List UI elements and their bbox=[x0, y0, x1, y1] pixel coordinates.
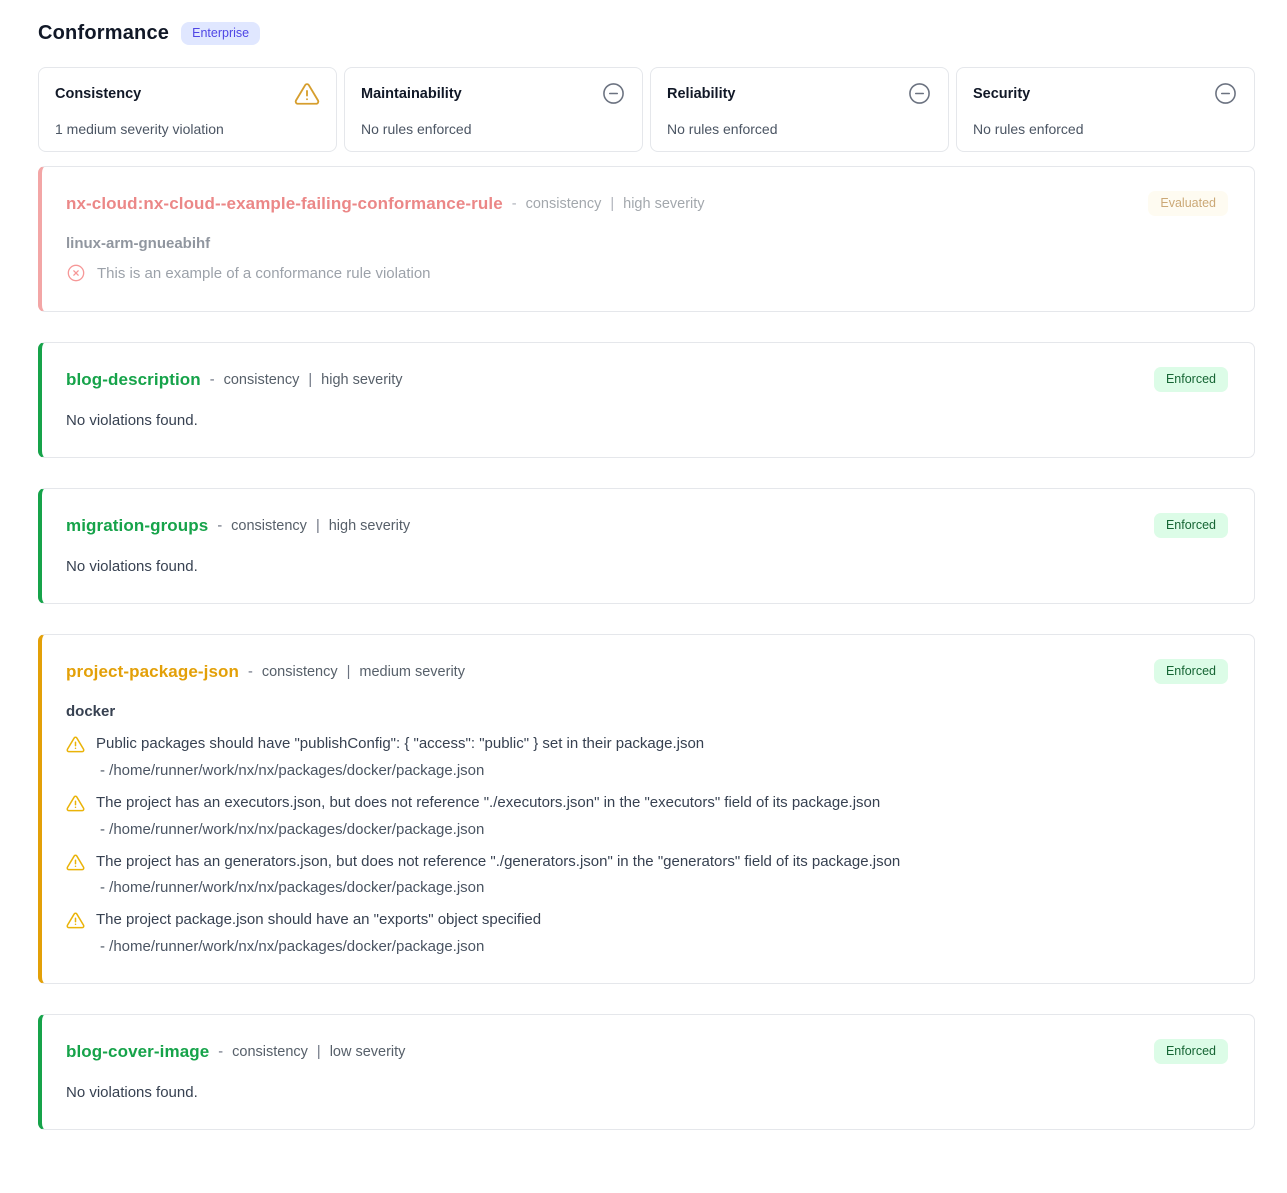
summary-card-status: No rules enforced bbox=[667, 121, 932, 137]
project-name: docker bbox=[66, 703, 1228, 720]
rule-severity: medium severity bbox=[359, 664, 465, 680]
dash-separator: - bbox=[210, 372, 215, 388]
summary-card-status: No rules enforced bbox=[973, 121, 1238, 137]
summary-card-grid: Consistency 1 medium severity violation … bbox=[38, 67, 1255, 152]
rule-severity: high severity bbox=[623, 196, 704, 212]
minus-circle-icon bbox=[601, 81, 626, 106]
rule-card-content: nx-cloud:nx-cloud--example-failing-confo… bbox=[42, 167, 1254, 311]
rule-card-content: migration-groups - consistency | high se… bbox=[42, 489, 1254, 603]
summary-card-label: Security bbox=[973, 81, 1030, 102]
dash-separator: - bbox=[217, 518, 222, 534]
rule-card-content: blog-cover-image - consistency | low sev… bbox=[42, 1015, 1254, 1129]
enterprise-badge: Enterprise bbox=[181, 22, 260, 45]
rule-name[interactable]: nx-cloud:nx-cloud--example-failing-confo… bbox=[66, 194, 503, 214]
conformance-page: Conformance Enterprise Consistency 1 med… bbox=[0, 0, 1287, 1166]
rule-severity: high severity bbox=[321, 372, 402, 388]
warning-triangle-icon bbox=[66, 792, 85, 813]
status-badge: Enforced bbox=[1154, 1039, 1228, 1064]
violation-item: The project package.json should have an … bbox=[66, 909, 1228, 931]
dash-separator: - bbox=[248, 664, 253, 680]
rule-category: consistency bbox=[526, 196, 602, 212]
status-badge: Enforced bbox=[1154, 513, 1228, 538]
status-badge: Evaluated bbox=[1148, 191, 1228, 216]
rule-category: consistency bbox=[231, 518, 307, 534]
summary-card-head: Reliability bbox=[667, 81, 932, 106]
rule-category: consistency bbox=[262, 664, 338, 680]
rule-severity: low severity bbox=[330, 1044, 406, 1060]
violation-message: The project package.json should have an … bbox=[96, 909, 541, 931]
violation-message: This is an example of a conformance rule… bbox=[97, 265, 431, 282]
pipe-separator: | bbox=[316, 518, 320, 534]
violation-path: - /home/runner/work/nx/nx/packages/docke… bbox=[100, 821, 1228, 838]
rule-header: nx-cloud:nx-cloud--example-failing-confo… bbox=[66, 191, 1228, 216]
summary-card-label: Reliability bbox=[667, 81, 736, 102]
violation-item: The project has an executors.json, but d… bbox=[66, 792, 1228, 814]
x-circle-icon bbox=[66, 263, 86, 283]
summary-card-status: 1 medium severity violation bbox=[55, 121, 320, 137]
summary-card-consistency: Consistency 1 medium severity violation bbox=[38, 67, 337, 152]
project-name: linux-arm-gnueabihf bbox=[66, 235, 1228, 252]
summary-card-reliability: Reliability No rules enforced bbox=[650, 67, 949, 152]
violation-message: The project has an executors.json, but d… bbox=[96, 792, 880, 814]
rule-name[interactable]: blog-cover-image bbox=[66, 1042, 209, 1062]
violation-path: - /home/runner/work/nx/nx/packages/docke… bbox=[100, 879, 1228, 896]
pipe-separator: | bbox=[610, 196, 614, 212]
minus-circle-icon bbox=[1213, 81, 1238, 106]
no-violations-text: No violations found. bbox=[66, 558, 1228, 575]
rule-card-example-failing: nx-cloud:nx-cloud--example-failing-confo… bbox=[38, 166, 1255, 312]
summary-card-head: Security bbox=[973, 81, 1238, 106]
dash-separator: - bbox=[512, 196, 517, 212]
summary-card-security: Security No rules enforced bbox=[956, 67, 1255, 152]
warning-triangle-icon bbox=[66, 733, 85, 754]
violation-path: - /home/runner/work/nx/nx/packages/docke… bbox=[100, 762, 1228, 779]
summary-card-maintainability: Maintainability No rules enforced bbox=[344, 67, 643, 152]
rule-card-project-package-json: project-package-json - consistency | med… bbox=[38, 634, 1255, 984]
page-header: Conformance Enterprise bbox=[38, 22, 1255, 45]
rule-name[interactable]: blog-description bbox=[66, 370, 201, 390]
rule-category: consistency bbox=[224, 372, 300, 388]
warning-triangle-icon bbox=[294, 81, 320, 107]
rule-name[interactable]: migration-groups bbox=[66, 516, 208, 536]
rule-card-migration-groups: migration-groups - consistency | high se… bbox=[38, 488, 1255, 604]
pipe-separator: | bbox=[347, 664, 351, 680]
no-violations-text: No violations found. bbox=[66, 1084, 1228, 1101]
rule-header: blog-cover-image - consistency | low sev… bbox=[66, 1039, 1228, 1064]
pipe-separator: | bbox=[317, 1044, 321, 1060]
rule-header: blog-description - consistency | high se… bbox=[66, 367, 1228, 392]
violation-line: This is an example of a conformance rule… bbox=[66, 263, 1228, 283]
rule-card-content: blog-description - consistency | high se… bbox=[42, 343, 1254, 457]
violation-item: The project has an generators.json, but … bbox=[66, 851, 1228, 873]
violation-item: Public packages should have "publishConf… bbox=[66, 733, 1228, 755]
status-badge: Enforced bbox=[1154, 367, 1228, 392]
violation-path: - /home/runner/work/nx/nx/packages/docke… bbox=[100, 938, 1228, 955]
rule-severity: high severity bbox=[329, 518, 410, 534]
rule-header: project-package-json - consistency | med… bbox=[66, 659, 1228, 684]
rule-header: migration-groups - consistency | high se… bbox=[66, 513, 1228, 538]
warning-triangle-icon bbox=[66, 851, 85, 872]
summary-card-status: No rules enforced bbox=[361, 121, 626, 137]
rule-category: consistency bbox=[232, 1044, 308, 1060]
dash-separator: - bbox=[218, 1044, 223, 1060]
no-violations-text: No violations found. bbox=[66, 412, 1228, 429]
page-title: Conformance bbox=[38, 22, 169, 45]
rule-card-content: project-package-json - consistency | med… bbox=[42, 635, 1254, 983]
rule-name[interactable]: project-package-json bbox=[66, 662, 239, 682]
rule-card-blog-description: blog-description - consistency | high se… bbox=[38, 342, 1255, 458]
summary-card-head: Consistency bbox=[55, 81, 320, 107]
pipe-separator: | bbox=[308, 372, 312, 388]
summary-card-label: Maintainability bbox=[361, 81, 462, 102]
status-badge: Enforced bbox=[1154, 659, 1228, 684]
summary-card-label: Consistency bbox=[55, 81, 141, 102]
rule-card-blog-cover-image: blog-cover-image - consistency | low sev… bbox=[38, 1014, 1255, 1130]
violation-message: The project has an generators.json, but … bbox=[96, 851, 900, 873]
summary-card-head: Maintainability bbox=[361, 81, 626, 106]
minus-circle-icon bbox=[907, 81, 932, 106]
violation-message: Public packages should have "publishConf… bbox=[96, 733, 704, 755]
warning-triangle-icon bbox=[66, 909, 85, 930]
